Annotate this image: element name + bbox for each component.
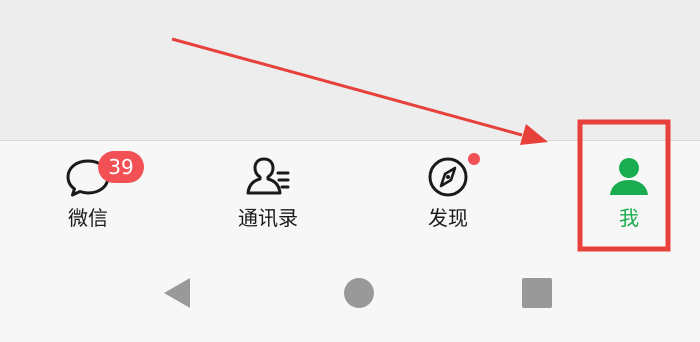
bottom-tab-bar: 39 微信 通讯录 发现 我 [0,141,700,245]
tab-chats-label: 微信 [68,206,108,230]
square-recents-icon[interactable] [517,273,557,313]
tab-chats[interactable]: 39 微信 [28,141,148,245]
content-area [0,0,700,141]
tab-contacts-label: 通讯录 [238,206,298,230]
compass-icon [428,157,468,197]
circle-home-icon[interactable] [339,273,379,313]
contacts-icon [246,157,290,195]
system-navigation-bar [0,245,700,342]
tab-discover[interactable]: 发现 [388,141,508,245]
discover-red-dot [468,153,480,165]
person-icon [610,158,648,195]
tab-contacts[interactable]: 通讯录 [208,141,328,245]
tab-me-label: 我 [619,206,639,230]
tab-discover-label: 发现 [428,206,468,230]
unread-badge: 39 [98,151,144,183]
tab-me[interactable]: 我 [569,141,689,245]
triangle-back-icon[interactable] [158,273,198,313]
